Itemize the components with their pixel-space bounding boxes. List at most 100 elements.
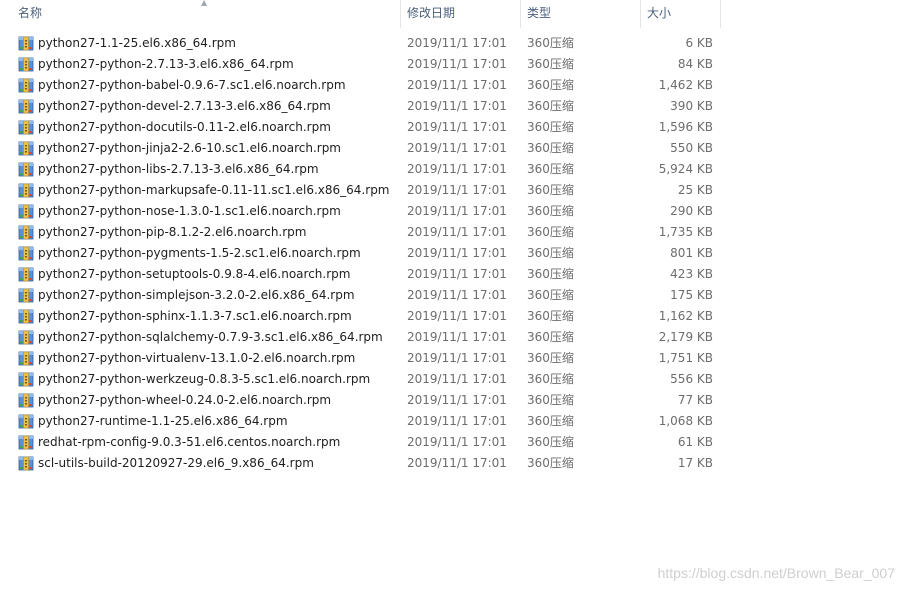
- file-type: 360压缩: [527, 204, 574, 218]
- file-name: python27-python-werkzeug-0.8.3-5.sc1.el6…: [38, 372, 371, 386]
- column-header-name[interactable]: 名称: [12, 0, 400, 28]
- file-size: 1,596 KB: [658, 120, 713, 134]
- file-icon-cell: [18, 75, 34, 96]
- file-type: 360压缩: [527, 435, 574, 449]
- file-name: python27-python-wheel-0.24.0-2.el6.noarc…: [38, 393, 332, 407]
- file-size: 61 KB: [677, 435, 713, 449]
- file-name: python27-runtime-1.1-25.el6.x86_64.rpm: [38, 414, 288, 428]
- file-size: 550 KB: [670, 141, 713, 155]
- file-name: python27-python-libs-2.7.13-3.el6.x86_64…: [38, 162, 319, 176]
- file-row[interactable]: redhat-rpm-config-9.0.3-51.el6.centos.no…: [0, 432, 904, 453]
- file-row[interactable]: python27-python-sphinx-1.1.3-7.sc1.el6.n…: [0, 306, 904, 327]
- file-name: python27-python-markupsafe-0.11-11.sc1.e…: [38, 183, 390, 197]
- file-icon-cell: [18, 390, 34, 411]
- file-modified-date: 2019/11/1 17:01: [407, 162, 507, 176]
- file-name: python27-python-setuptools-0.9.8-4.el6.n…: [38, 267, 351, 281]
- file-type: 360压缩: [527, 414, 574, 428]
- file-size: 5,924 KB: [658, 162, 713, 176]
- archive-file-icon: [18, 204, 34, 219]
- column-header-size[interactable]: 大小: [641, 0, 720, 28]
- file-type: 360压缩: [527, 141, 574, 155]
- file-name: python27-1.1-25.el6.x86_64.rpm: [38, 36, 236, 50]
- file-row[interactable]: python27-python-werkzeug-0.8.3-5.sc1.el6…: [0, 369, 904, 390]
- archive-file-icon: [18, 225, 34, 240]
- file-size: 2,179 KB: [658, 330, 713, 344]
- file-name: python27-python-devel-2.7.13-3.el6.x86_6…: [38, 99, 331, 113]
- file-modified-date: 2019/11/1 17:01: [407, 99, 507, 113]
- file-modified-date: 2019/11/1 17:01: [407, 393, 507, 407]
- file-modified-date: 2019/11/1 17:01: [407, 330, 507, 344]
- file-modified-date: 2019/11/1 17:01: [407, 246, 507, 260]
- file-modified-date: 2019/11/1 17:01: [407, 414, 507, 428]
- file-icon-cell: [18, 54, 34, 75]
- file-icon-cell: [18, 180, 34, 201]
- file-type: 360压缩: [527, 393, 574, 407]
- file-row[interactable]: python27-python-virtualenv-13.1.0-2.el6.…: [0, 348, 904, 369]
- file-row[interactable]: python27-python-nose-1.3.0-1.sc1.el6.noa…: [0, 201, 904, 222]
- file-row[interactable]: python27-python-simplejson-3.2.0-2.el6.x…: [0, 285, 904, 306]
- file-row[interactable]: python27-python-babel-0.9.6-7.sc1.el6.no…: [0, 75, 904, 96]
- file-type: 360压缩: [527, 36, 574, 50]
- file-type: 360压缩: [527, 225, 574, 239]
- archive-file-icon: [18, 372, 34, 387]
- file-icon-cell: [18, 411, 34, 432]
- file-size: 556 KB: [670, 372, 713, 386]
- file-row[interactable]: python27-python-sqlalchemy-0.7.9-3.sc1.e…: [0, 327, 904, 348]
- archive-file-icon: [18, 36, 34, 51]
- file-row[interactable]: python27-python-pygments-1.5-2.sc1.el6.n…: [0, 243, 904, 264]
- file-row[interactable]: python27-1.1-25.el6.x86_64.rpm 2019/11/1…: [0, 33, 904, 54]
- archive-file-icon: [18, 99, 34, 114]
- file-type: 360压缩: [527, 330, 574, 344]
- file-name: python27-python-babel-0.9.6-7.sc1.el6.no…: [38, 78, 346, 92]
- file-type: 360压缩: [527, 183, 574, 197]
- archive-file-icon: [18, 246, 34, 261]
- file-size: 1,735 KB: [658, 225, 713, 239]
- file-type: 360压缩: [527, 456, 574, 470]
- file-icon-cell: [18, 453, 34, 474]
- file-modified-date: 2019/11/1 17:01: [407, 225, 507, 239]
- column-header-date[interactable]: 修改日期: [401, 0, 520, 28]
- file-icon-cell: [18, 285, 34, 306]
- file-row[interactable]: python27-python-markupsafe-0.11-11.sc1.e…: [0, 180, 904, 201]
- file-name: python27-python-virtualenv-13.1.0-2.el6.…: [38, 351, 356, 365]
- file-name: python27-python-sqlalchemy-0.7.9-3.sc1.e…: [38, 330, 383, 344]
- file-row[interactable]: python27-python-wheel-0.24.0-2.el6.noarc…: [0, 390, 904, 411]
- file-row[interactable]: python27-python-setuptools-0.9.8-4.el6.n…: [0, 264, 904, 285]
- file-row[interactable]: python27-python-docutils-0.11-2.el6.noar…: [0, 117, 904, 138]
- archive-file-icon: [18, 393, 34, 408]
- file-row[interactable]: python27-runtime-1.1-25.el6.x86_64.rpm 2…: [0, 411, 904, 432]
- column-header-type[interactable]: 类型: [521, 0, 640, 28]
- file-modified-date: 2019/11/1 17:01: [407, 372, 507, 386]
- file-size: 1,751 KB: [658, 351, 713, 365]
- file-type: 360压缩: [527, 267, 574, 281]
- file-modified-date: 2019/11/1 17:01: [407, 57, 507, 71]
- file-size: 390 KB: [670, 99, 713, 113]
- file-name: python27-python-2.7.13-3.el6.x86_64.rpm: [38, 57, 294, 71]
- file-size: 175 KB: [670, 288, 713, 302]
- file-size: 17 KB: [677, 456, 713, 470]
- file-type: 360压缩: [527, 372, 574, 386]
- column-divider[interactable]: [720, 0, 721, 28]
- archive-file-icon: [18, 141, 34, 156]
- file-size: 423 KB: [670, 267, 713, 281]
- file-row[interactable]: python27-python-2.7.13-3.el6.x86_64.rpm …: [0, 54, 904, 75]
- file-row[interactable]: scl-utils-build-20120927-29.el6_9.x86_64…: [0, 453, 904, 474]
- file-row[interactable]: python27-python-devel-2.7.13-3.el6.x86_6…: [0, 96, 904, 117]
- file-name: python27-python-nose-1.3.0-1.sc1.el6.noa…: [38, 204, 341, 218]
- file-modified-date: 2019/11/1 17:01: [407, 288, 507, 302]
- file-row[interactable]: python27-python-jinja2-2.6-10.sc1.el6.no…: [0, 138, 904, 159]
- archive-file-icon: [18, 162, 34, 177]
- archive-file-icon: [18, 78, 34, 93]
- file-size: 1,162 KB: [658, 309, 713, 323]
- file-modified-date: 2019/11/1 17:01: [407, 141, 507, 155]
- file-modified-date: 2019/11/1 17:01: [407, 267, 507, 281]
- archive-file-icon: [18, 435, 34, 450]
- file-row[interactable]: python27-python-libs-2.7.13-3.el6.x86_64…: [0, 159, 904, 180]
- column-header-bar: ▲ 名称 修改日期 类型 大小: [0, 0, 904, 28]
- file-icon-cell: [18, 243, 34, 264]
- file-icon-cell: [18, 432, 34, 453]
- file-row[interactable]: python27-python-pip-8.1.2-2.el6.noarch.r…: [0, 222, 904, 243]
- archive-file-icon: [18, 57, 34, 72]
- file-size: 801 KB: [670, 246, 713, 260]
- file-name: python27-python-docutils-0.11-2.el6.noar…: [38, 120, 331, 134]
